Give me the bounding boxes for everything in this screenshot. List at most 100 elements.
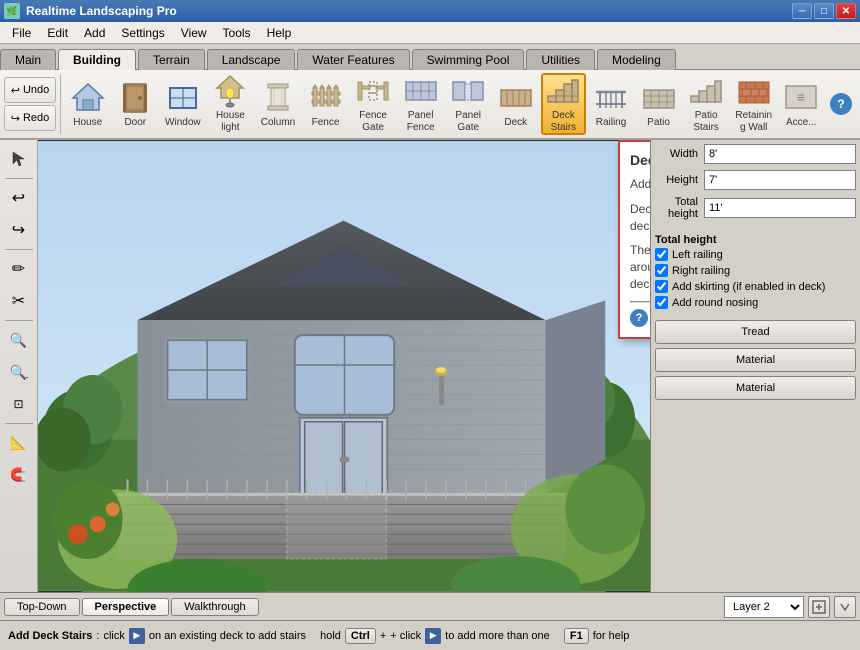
bottom-tabs: Top-Down Perspective Walkthrough Layer 2 xyxy=(0,592,860,620)
undo-tool[interactable]: ↩ xyxy=(4,183,34,213)
house-light-icon xyxy=(212,74,248,108)
canvas-area[interactable]: Deck Stairs Add stairs to an existing de… xyxy=(38,140,650,592)
right-railing-checkbox[interactable] xyxy=(655,264,668,277)
menu-add[interactable]: Add xyxy=(76,24,113,42)
patio-icon xyxy=(641,79,677,115)
tool-window[interactable]: Window xyxy=(160,73,206,135)
tool-accessories[interactable]: ≡ Acce... xyxy=(778,73,824,135)
redo-label: Redo xyxy=(23,112,49,124)
menu-tools[interactable]: Tools xyxy=(215,24,259,42)
tab-swimming-pool[interactable]: Swimming Pool xyxy=(412,49,525,70)
tool-house[interactable]: House xyxy=(65,73,111,135)
zoom-out-tool[interactable]: 🔍 - xyxy=(4,357,34,387)
tool-panel-fence[interactable]: Panel Fence xyxy=(398,73,444,135)
material-button-1[interactable]: Material xyxy=(655,348,856,372)
layer-icon-btn-1[interactable] xyxy=(808,596,830,618)
tool-house-light[interactable]: House light xyxy=(208,73,254,135)
edit-tool[interactable]: ✏ xyxy=(4,254,34,284)
undo-icon: ↩ xyxy=(11,84,20,97)
help-button[interactable]: ? xyxy=(830,93,852,115)
width-input[interactable] xyxy=(704,144,856,164)
tab-terrain[interactable]: Terrain xyxy=(138,49,205,70)
status-key-f1: F1 xyxy=(564,628,589,644)
magnet-tool[interactable]: 🧲 xyxy=(4,460,34,490)
cut-tool[interactable]: ✂ xyxy=(4,286,34,316)
panel-fence-icon xyxy=(403,74,439,108)
fit-tool[interactable]: ⊡ xyxy=(4,389,34,419)
tool-deck-stairs[interactable]: Deck Stairs xyxy=(541,73,587,135)
tool-patio-stairs[interactable]: Patio Stairs xyxy=(683,73,729,135)
svg-text:≡: ≡ xyxy=(797,89,805,105)
tread-button[interactable]: Tread xyxy=(655,320,856,344)
view-tab-topdown[interactable]: Top-Down xyxy=(4,598,80,616)
panel-fence-label: Panel Fence xyxy=(401,110,441,134)
height-input[interactable] xyxy=(704,170,856,190)
menubar: File Edit Add Settings View Tools Help xyxy=(0,22,860,44)
menu-view[interactable]: View xyxy=(173,24,215,42)
minimize-button[interactable]: ─ xyxy=(792,3,812,19)
view-tab-perspective[interactable]: Perspective xyxy=(82,598,170,616)
width-label: Width xyxy=(655,148,704,160)
layer-icon-btn-2[interactable] xyxy=(834,596,856,618)
tab-water-features[interactable]: Water Features xyxy=(297,49,409,70)
retaining-wall-label: Retaining Wall xyxy=(734,110,774,134)
redo-button[interactable]: ↪ Redo xyxy=(4,105,56,131)
tooltip-popup: Deck Stairs Add stairs to an existing de… xyxy=(618,140,650,339)
toolbar: ↩ Undo ↪ Redo House Door xyxy=(0,70,860,140)
measure-tool[interactable]: 📐 xyxy=(4,428,34,458)
tooltip-help-icon: ? xyxy=(630,309,648,327)
tool-retaining-wall[interactable]: Retaining Wall xyxy=(731,73,777,135)
tool-door[interactable]: Door xyxy=(113,73,159,135)
titlebar-controls[interactable]: ─ □ ✕ xyxy=(792,3,856,19)
left-railing-label: Left railing xyxy=(672,249,723,261)
total-height-input[interactable] xyxy=(704,198,856,218)
menu-help[interactable]: Help xyxy=(259,24,300,42)
status-arrow-2: ▶ xyxy=(425,628,441,644)
checkbox-skirting: Add skirting (if enabled in deck) xyxy=(655,280,856,293)
tool-patio[interactable]: Patio xyxy=(636,73,682,135)
right-railing-label: Right railing xyxy=(672,265,730,277)
left-railing-checkbox[interactable] xyxy=(655,248,668,261)
material-button-2[interactable]: Material xyxy=(655,376,856,400)
select-tool[interactable] xyxy=(4,144,34,174)
redo-tool[interactable]: ↪ xyxy=(4,215,34,245)
view-tab-walkthrough[interactable]: Walkthrough xyxy=(171,598,258,616)
separator-1 xyxy=(60,74,61,134)
skirting-checkbox[interactable] xyxy=(655,280,668,293)
tab-main[interactable]: Main xyxy=(0,49,56,70)
undo-button[interactable]: ↩ Undo xyxy=(4,77,56,103)
main-area: ↩ ↪ ✏ ✂ 🔍 🔍 - ⊡ 📐 🧲 xyxy=(0,140,860,592)
tab-utilities[interactable]: Utilities xyxy=(526,49,595,70)
tool-column[interactable]: Column xyxy=(255,73,301,135)
tab-building[interactable]: Building xyxy=(58,49,136,70)
menu-file[interactable]: File xyxy=(4,24,39,42)
checkbox-nosing: Add round nosing xyxy=(655,296,856,309)
tool-fence[interactable]: Fence xyxy=(303,73,349,135)
tab-modeling[interactable]: Modeling xyxy=(597,49,676,70)
deck-icon xyxy=(498,79,534,115)
statusbar: Add Deck Stairs : click ▶ on an existing… xyxy=(0,620,860,650)
checkbox-right-railing: Right railing xyxy=(655,264,856,277)
status-key-ctrl: Ctrl xyxy=(345,628,376,644)
total-height-label: Total height xyxy=(655,196,704,220)
tab-bar: Main Building Terrain Landscape Water Fe… xyxy=(0,44,860,70)
house-label: House xyxy=(73,117,102,129)
menu-edit[interactable]: Edit xyxy=(39,24,76,42)
tool-panel-gate[interactable]: Panel Gate xyxy=(445,73,491,135)
panel-field-total-height: Total height xyxy=(655,196,856,220)
layer-dropdown[interactable]: Layer 2 xyxy=(724,596,804,618)
maximize-button[interactable]: □ xyxy=(814,3,834,19)
retaining-wall-icon xyxy=(736,74,772,108)
tool-deck[interactable]: Deck xyxy=(493,73,539,135)
zoom-in-tool[interactable]: 🔍 xyxy=(4,325,34,355)
patio-stairs-icon xyxy=(688,74,724,108)
tooltip-help-link[interactable]: ? Click for more help. xyxy=(630,309,650,327)
close-button[interactable]: ✕ xyxy=(836,3,856,19)
menu-settings[interactable]: Settings xyxy=(113,24,172,42)
nosing-checkbox[interactable] xyxy=(655,296,668,309)
tab-landscape[interactable]: Landscape xyxy=(207,49,296,70)
checkbox-left-railing: Left railing xyxy=(655,248,856,261)
tool-fence-gate[interactable]: Fence Gate xyxy=(350,73,396,135)
tool-railing[interactable]: Railing xyxy=(588,73,634,135)
door-label: Door xyxy=(124,117,146,129)
